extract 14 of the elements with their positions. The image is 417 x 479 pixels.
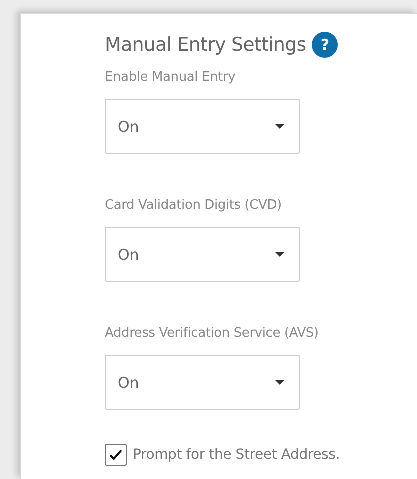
checkbox-label: Prompt for the Street Address. (133, 447, 340, 463)
field-label: Address Verification Service (AVS) (105, 326, 320, 341)
checkbox[interactable] (105, 444, 127, 466)
field-label: Card Validation Digits (CVD) (105, 198, 283, 213)
dropdown-select[interactable]: On (105, 355, 300, 410)
dropdown-select[interactable]: On (105, 227, 300, 282)
field-label: Enable Manual Entry (105, 70, 237, 85)
caret-icon (275, 380, 285, 385)
section-title: Manual Entry Settings (105, 34, 306, 56)
caret-icon (275, 124, 285, 129)
help-button[interactable]: ? (312, 32, 338, 58)
check-icon (109, 449, 123, 461)
caret-icon (275, 252, 285, 257)
dropdown-select[interactable]: On (105, 99, 300, 154)
